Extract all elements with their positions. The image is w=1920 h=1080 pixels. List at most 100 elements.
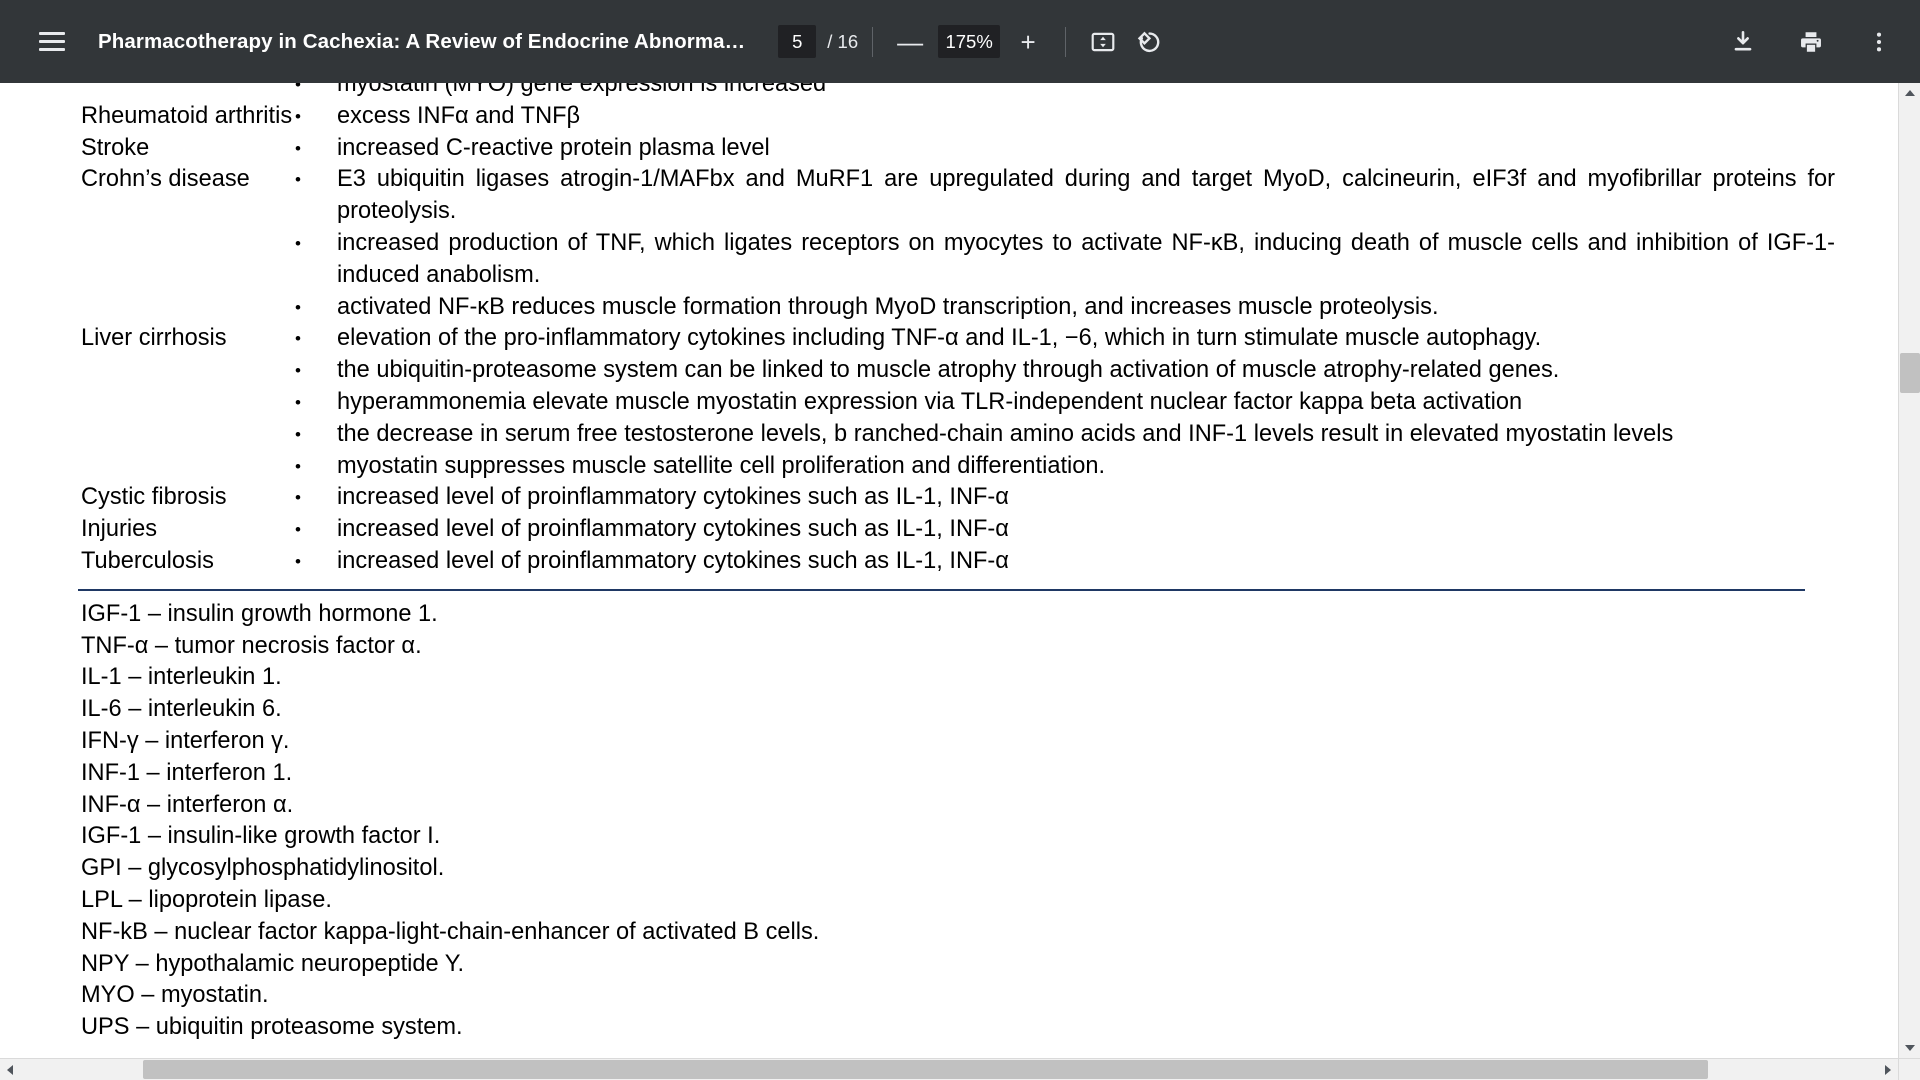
toolbar-right-group [1720, 19, 1920, 65]
download-icon [1734, 30, 1752, 50]
table-cell-mechanism: increased C-reactive protein plasma leve… [337, 134, 770, 161]
table-row: • the ubiquitin-proteasome system can be … [0, 355, 1890, 387]
more-options-button[interactable] [1856, 19, 1902, 65]
bullet-marker-icon: • [295, 392, 301, 412]
table-row: • hyperammonemia elevate muscle myostatin… [0, 387, 1890, 419]
table-cell-mechanism: increased level of proinflammatory cytok… [337, 516, 1009, 543]
page-navigation: / 16 [778, 25, 858, 58]
table-cell-mechanism: myostatin suppresses muscle satellite ce… [337, 452, 1106, 479]
toolbar-divider [872, 26, 874, 57]
table-cell-condition: Tuberculosis [81, 547, 214, 574]
bullet-marker-icon: • [295, 297, 301, 317]
horizontal-scrollbar-thumb[interactable] [143, 1060, 1708, 1079]
abbreviation-line: IFN-γ – interferon γ. [81, 727, 290, 754]
hamburger-menu-icon[interactable] [29, 19, 75, 65]
bullet-marker-icon: • [295, 361, 301, 381]
bullet-marker-icon: • [295, 329, 301, 349]
table-cell-mechanism: E3 ubiquitin ligases atrogin-1/MAFbx and… [337, 166, 1835, 225]
horizontal-scrollbar[interactable] [0, 1058, 1898, 1080]
table-cell-mechanism: myostatin (MYO) gene expression is incre… [337, 83, 827, 97]
scroll-up-arrow-icon[interactable] [1899, 83, 1920, 103]
abbreviations-list: IGF-1 – insulin growth hormone 1. TNF-α –… [81, 599, 1781, 1044]
cachexia-mechanisms-table: • myostatin (MYO) gene expression is incr… [0, 83, 1890, 578]
bullet-marker-icon: • [295, 488, 301, 508]
table-cell-condition: Stroke [81, 134, 150, 161]
zoom-out-button[interactable]: — [887, 19, 933, 65]
bullet-marker-icon: • [295, 456, 301, 476]
bullet-marker-icon: • [295, 233, 301, 253]
bullet-marker-icon: • [295, 551, 301, 571]
bullet-marker-icon: • [295, 424, 301, 444]
table-row: Cystic fibrosis • increased level of proin… [0, 482, 1890, 514]
rotate-counterclockwise-icon [1137, 31, 1160, 52]
scroll-right-arrow-icon[interactable] [1878, 1059, 1898, 1080]
page-title: Pharmacotherapy in Cachexia: A Review of… [98, 29, 746, 53]
table-row: • myostatin (MYO) gene expression is incr… [0, 83, 1890, 101]
table-cell-condition: Cystic fibrosis [81, 484, 227, 511]
toolbar-center-group: / 16 — 175% + [745, 19, 1172, 65]
plus-icon: + [1020, 26, 1036, 57]
table-cell-mechanism: activated NF-κB reduces muscle formation… [337, 293, 1439, 320]
zoom-level-display[interactable]: 175% [938, 25, 1001, 58]
bullet-marker-icon: • [295, 106, 301, 126]
print-icon [1801, 31, 1821, 52]
abbreviation-line: TNF-α – tumor necrosis factor α. [81, 632, 422, 659]
table-row: • myostatin suppresses muscle satellite c… [0, 451, 1890, 483]
fit-to-page-button[interactable] [1080, 19, 1126, 65]
abbreviation-line: IL-6 – interleukin 6. [81, 696, 282, 723]
page-count-label: / 16 [827, 30, 859, 52]
table-row: Rheumatoid arthritis • excess INFα and TNF… [0, 101, 1890, 133]
scrollbar-corner [1898, 1058, 1920, 1080]
table-row: Crohn’s disease • E3 ubiquitin ligases atr… [0, 164, 1890, 228]
table-row: Tuberculosis • increased level of proinfla… [0, 546, 1890, 578]
rotate-counterclockwise-button[interactable] [1126, 19, 1172, 65]
table-bottom-border [78, 588, 1805, 591]
more-vertical-icon [1876, 32, 1882, 51]
abbreviation-line: INF-α – interferon α. [81, 791, 294, 818]
vertical-scrollbar-thumb[interactable] [1900, 353, 1920, 393]
table-cell-mechanism: increased level of proinflammatory cytok… [337, 484, 1009, 511]
zoom-controls: — 175% + [887, 19, 1051, 65]
zoom-in-button[interactable]: + [1005, 19, 1051, 65]
scroll-down-arrow-icon[interactable] [1899, 1038, 1920, 1058]
table-cell-condition: Liver cirrhosis [81, 325, 227, 352]
scroll-left-arrow-icon[interactable] [0, 1059, 20, 1080]
abbreviation-line: MYO – myostatin. [81, 982, 269, 1009]
abbreviation-line: NPY – hypothalamic neuropeptide Y. [81, 950, 465, 977]
table-row: • the decrease in serum free testosterone… [0, 419, 1890, 451]
toolbar-divider [1065, 26, 1067, 57]
table-row: Liver cirrhosis • elevation of the pro-inf… [0, 323, 1890, 355]
abbreviation-line: LPL – lipoprotein lipase. [81, 886, 332, 913]
table-cell-mechanism: increased production of TNF, which ligat… [337, 229, 1835, 288]
download-button[interactable] [1720, 19, 1766, 65]
toolbar-left-group: Pharmacotherapy in Cachexia: A Review of… [0, 19, 745, 65]
vertical-scrollbar[interactable] [1898, 83, 1920, 1058]
abbreviation-line: IGF-1 – insulin growth hormone 1. [81, 600, 438, 627]
table-row: Injuries • increased level of proinflammat… [0, 514, 1890, 546]
hamburger-bars [39, 32, 65, 51]
abbreviation-line: INF-1 – interferon 1. [81, 759, 293, 786]
abbreviation-line: UPS – ubiquitin proteasome system. [81, 1014, 463, 1041]
table-cell-mechanism: excess INFα and TNFβ [337, 102, 581, 129]
table-row: • increased production of TNF, which liga… [0, 228, 1890, 292]
table-cell-mechanism: elevation of the pro-inflammatory cytoki… [337, 325, 1542, 352]
page-number-input[interactable] [778, 25, 817, 58]
bullet-marker-icon: • [295, 138, 301, 158]
abbreviation-line: GPI – glycosylphosphatidylinositol. [81, 855, 445, 882]
table-cell-mechanism: increased level of proinflammatory cytok… [337, 547, 1009, 574]
table-row: • activated NF-κB reduces muscle formatio… [0, 292, 1890, 324]
fit-to-page-icon [1091, 32, 1115, 51]
table-cell-mechanism: hyperammonemia elevate muscle myostatin … [337, 388, 1523, 415]
pdf-viewer-toolbar: Pharmacotherapy in Cachexia: A Review of… [0, 0, 1920, 83]
pdf-viewer-scroll-area[interactable]: • myostatin (MYO) gene expression is incr… [0, 83, 1920, 1080]
bullet-marker-icon: • [295, 170, 301, 190]
table-cell-mechanism: the ubiquitin-proteasome system can be l… [337, 357, 1560, 384]
table-cell-condition: Injuries [81, 516, 158, 543]
table-cell-mechanism: the decrease in serum free testosterone … [337, 420, 1674, 447]
table-cell-condition: Rheumatoid arthritis [81, 102, 293, 129]
table-cell-condition: Crohn’s disease [81, 166, 250, 193]
abbreviation-line: NF-kB – nuclear factor kappa-light-chain… [81, 918, 820, 945]
print-button[interactable] [1788, 19, 1834, 65]
bullet-marker-icon: • [295, 83, 301, 94]
table-row: Stroke • increased C-reactive protein plas… [0, 133, 1890, 165]
